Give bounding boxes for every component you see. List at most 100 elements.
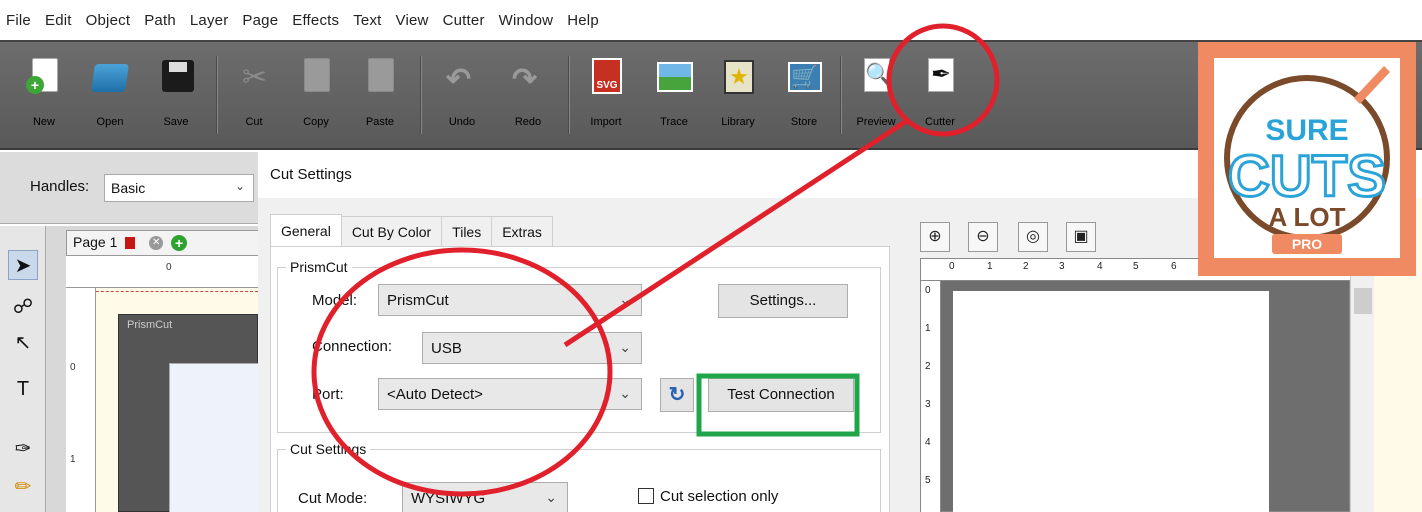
store-button[interactable]: 🛒 Store (776, 52, 832, 136)
cut-preview: 0 1 2 3 4 5 6 0 1 2 3 4 5 (920, 258, 1351, 512)
node-edit-tool-icon[interactable]: ☍ (8, 292, 38, 322)
tab-extras[interactable]: Extras (491, 216, 553, 246)
logo-text-cuts: CUTS (1228, 144, 1386, 209)
menu-help[interactable]: Help (567, 12, 599, 29)
logo-mark: SURE CUTS A LOT PRO (1224, 66, 1390, 254)
dialog-title: Cut Settings (270, 166, 352, 183)
zoom-in-icon[interactable]: ⊕ (920, 222, 950, 252)
paste-icon (360, 56, 400, 100)
mat-page (169, 363, 259, 512)
menu-effects[interactable]: Effects (292, 12, 339, 29)
menu-file[interactable]: File (6, 12, 31, 29)
trace-label: Trace (660, 116, 688, 128)
tab-tiles[interactable]: Tiles (441, 216, 493, 246)
handles-select[interactable]: Basic ⌄ (104, 174, 254, 202)
new-button[interactable]: + New (16, 52, 72, 136)
ruler-number: 3 (1059, 261, 1065, 272)
chevron-down-icon: ⌄ (545, 489, 557, 505)
handles-label: Handles: (30, 178, 90, 195)
import-button[interactable]: SVG Import (578, 52, 634, 136)
page-color-swatch (125, 237, 136, 250)
ruler-number: 0 (70, 362, 76, 373)
menu-object[interactable]: Object (86, 12, 131, 29)
zoom-page-icon[interactable]: ▣ (1066, 222, 1096, 252)
redo-button[interactable]: ↷ Redo (500, 52, 556, 136)
chevron-down-icon: ⌄ (619, 339, 631, 355)
preview-button[interactable]: 🔍 Preview (848, 52, 904, 136)
cutting-mat: PrismCut (118, 314, 259, 512)
page-tab[interactable]: Page 1 ✕ + (66, 230, 262, 256)
device-group: PrismCut Model: PrismCut ⌄ Settings... C… (277, 259, 881, 433)
ruler-number: 2 (1023, 261, 1029, 272)
close-page-icon[interactable]: ✕ (149, 236, 164, 251)
library-button[interactable]: ★ Library (710, 52, 766, 136)
save-icon (156, 56, 196, 100)
undo-button[interactable]: ↶ Undo (434, 52, 490, 136)
select-tool-icon[interactable]: ➤ (8, 250, 38, 280)
chevron-down-icon: ⌄ (234, 179, 245, 193)
ruler-number: 1 (70, 454, 76, 465)
menu-layer[interactable]: Layer (190, 12, 229, 29)
menu-page[interactable]: Page (242, 12, 278, 29)
zoom-out-icon[interactable]: ⊖ (968, 222, 998, 252)
preview-page (953, 291, 1269, 512)
logo-inner: SURE CUTS A LOT PRO (1214, 58, 1400, 258)
cut-button[interactable]: ✂ Cut (226, 52, 282, 136)
redo-label: Redo (514, 116, 542, 128)
undo-label: Undo (448, 116, 476, 128)
toolbar-separator (840, 56, 842, 134)
tab-cut-by-color[interactable]: Cut By Color (340, 216, 443, 246)
refresh-ports-icon[interactable]: ↻ (660, 378, 694, 412)
test-connection-button[interactable]: Test Connection (708, 378, 854, 412)
new-label: New (32, 116, 55, 128)
toolbar-separator (216, 56, 218, 134)
trace-button[interactable]: Trace (646, 52, 702, 136)
preview-scrollbar[interactable] (1350, 258, 1374, 512)
preview-icon: 🔍 (856, 56, 896, 100)
model-select[interactable]: PrismCut ⌄ (378, 284, 642, 316)
cut-label: Cut (245, 116, 263, 128)
open-button[interactable]: Open (82, 52, 138, 136)
pencil-tool-icon[interactable]: ✏ (8, 472, 38, 502)
ruler-number: 5 (925, 475, 931, 486)
cutter-icon: ✒ (920, 56, 960, 100)
zoom-fit-icon[interactable]: ◎ (1018, 222, 1048, 252)
port-label: Port: (312, 386, 344, 403)
add-page-icon[interactable]: + (171, 235, 188, 252)
undo-icon: ↶ (446, 63, 472, 96)
menu-text[interactable]: Text (353, 12, 381, 29)
model-value: PrismCut (387, 292, 449, 309)
import-icon: SVG (586, 56, 626, 100)
tool-palette: ➤ ☍ ↖ T ✑ ✏ (0, 226, 46, 512)
menu-edit[interactable]: Edit (45, 12, 72, 29)
cutter-button[interactable]: ✒ Cutter (912, 52, 968, 136)
tab-general[interactable]: General (270, 214, 342, 246)
menu-window[interactable]: Window (499, 12, 554, 29)
ruler-number: 1 (987, 261, 993, 272)
ruler-number: 1 (925, 323, 931, 334)
paste-button[interactable]: Paste (352, 52, 408, 136)
logo-text-pro: PRO (1292, 236, 1322, 252)
pen-tool-icon[interactable]: ✑ (8, 434, 38, 464)
text-tool-icon[interactable]: T (8, 374, 38, 404)
connection-select[interactable]: USB ⌄ (422, 332, 642, 364)
scrollbar-thumb[interactable] (1354, 288, 1372, 314)
menu-path[interactable]: Path (144, 12, 176, 29)
menu-cutter[interactable]: Cutter (443, 12, 485, 29)
cut-mode-select[interactable]: WYSIWYG ⌄ (402, 482, 568, 512)
port-select[interactable]: <Auto Detect> ⌄ (378, 378, 642, 410)
chevron-down-icon: ⌄ (619, 291, 631, 307)
settings-button[interactable]: Settings... (718, 284, 848, 318)
ruler-number: 3 (925, 399, 931, 410)
cut-selection-only-checkbox[interactable] (638, 488, 654, 504)
menu-view[interactable]: View (396, 12, 429, 29)
general-tab-panel: PrismCut Model: PrismCut ⌄ Settings... C… (270, 246, 890, 512)
page-tab-label: Page 1 (73, 234, 118, 250)
node-select-tool-icon[interactable]: ↖ (8, 328, 38, 358)
copy-button[interactable]: Copy (288, 52, 344, 136)
trace-icon (654, 56, 694, 100)
ruler-number: 0 (925, 285, 931, 296)
toolbar-separator (568, 56, 570, 134)
save-button[interactable]: Save (148, 52, 204, 136)
sure-cuts-a-lot-pro-logo: SURE CUTS A LOT PRO (1198, 42, 1416, 276)
